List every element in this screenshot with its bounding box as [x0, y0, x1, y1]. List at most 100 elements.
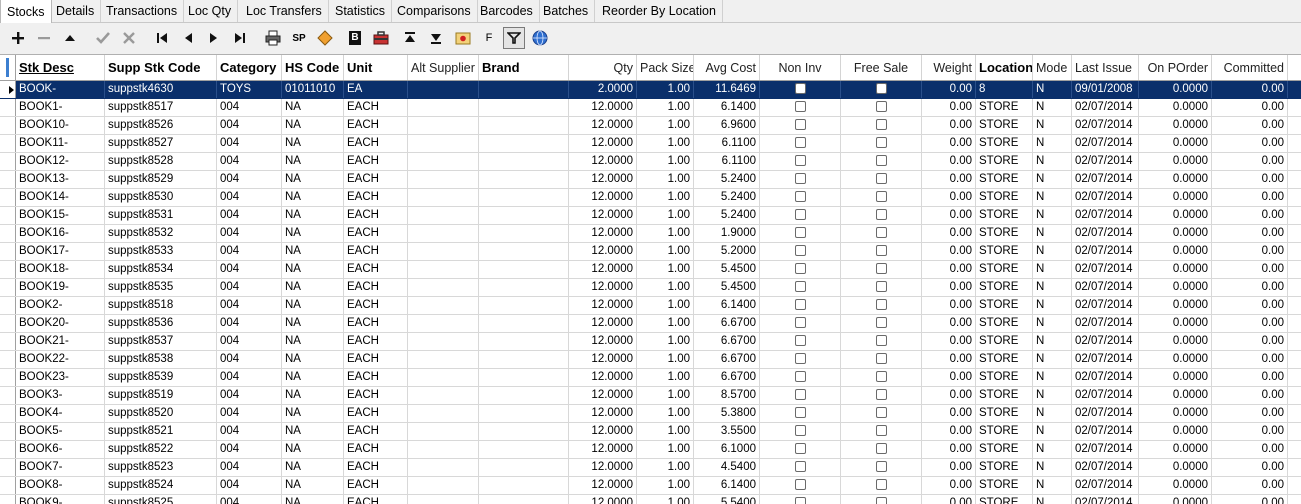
row-indicator[interactable]	[0, 405, 16, 422]
cell-cat[interactable]: 004	[217, 423, 282, 440]
cell-brand[interactable]	[479, 153, 569, 170]
cell-last[interactable]: 02/07/2014	[1072, 441, 1139, 458]
cell-unit[interactable]: EACH	[344, 333, 408, 350]
cell-hs[interactable]: NA	[282, 333, 344, 350]
cell-comm[interactable]: 0.00	[1212, 153, 1288, 170]
row-indicator[interactable]	[0, 99, 16, 116]
cell-cost[interactable]: 6.6700	[694, 315, 760, 332]
cell-cost[interactable]: 6.1400	[694, 297, 760, 314]
cell-alt[interactable]	[408, 423, 479, 440]
cell-cost[interactable]: 11.6469	[694, 81, 760, 98]
cell-loc[interactable]: STORE	[976, 333, 1033, 350]
cell-mode[interactable]: N	[1033, 351, 1072, 368]
cell-comm[interactable]: 0.00	[1212, 369, 1288, 386]
cell-qty[interactable]: 12.0000	[569, 315, 637, 332]
column-header-non-inv[interactable]: Non Inv	[760, 55, 841, 80]
cell-desc[interactable]: BOOK10-	[16, 117, 105, 134]
non-inv-checkbox[interactable]	[794, 209, 806, 220]
row-indicator[interactable]	[0, 297, 16, 314]
non-inv-checkbox[interactable]	[794, 155, 806, 166]
cell-qty[interactable]: 12.0000	[569, 495, 637, 504]
cell-hs[interactable]: NA	[282, 369, 344, 386]
non-inv-checkbox[interactable]	[794, 335, 806, 346]
table-row[interactable]: BOOK5- suppstk8521 004 NA EACH 12.0000 1.00 3.5…	[0, 423, 1301, 441]
cell-alt[interactable]	[408, 135, 479, 152]
free-sale-checkbox[interactable]	[875, 335, 887, 346]
cell-weight[interactable]: 0.00	[922, 261, 976, 278]
cell-onpo[interactable]: 0.0000	[1139, 225, 1212, 242]
free-sale-checkbox[interactable]	[875, 173, 887, 184]
cell-last[interactable]: 02/07/2014	[1072, 279, 1139, 296]
row-indicator[interactable]	[0, 333, 16, 350]
cell-weight[interactable]: 0.00	[922, 279, 976, 296]
cell-hs[interactable]: 01011010	[282, 81, 344, 98]
cell-supp[interactable]: suppstk8537	[105, 333, 217, 350]
cell-mode[interactable]: N	[1033, 81, 1072, 98]
cell-onpo[interactable]: 0.0000	[1139, 369, 1212, 386]
non-inv-checkbox[interactable]	[794, 479, 806, 490]
cell-alt[interactable]	[408, 225, 479, 242]
cell-alt[interactable]	[408, 171, 479, 188]
cell-hs[interactable]: NA	[282, 279, 344, 296]
cell-weight[interactable]: 0.00	[922, 333, 976, 350]
cell-loc[interactable]: STORE	[976, 153, 1033, 170]
cell-last[interactable]: 02/07/2014	[1072, 297, 1139, 314]
cell-qty[interactable]: 12.0000	[569, 423, 637, 440]
cell-mode[interactable]: N	[1033, 297, 1072, 314]
column-header-pack-size[interactable]: Pack Size	[637, 55, 694, 80]
cell-onpo[interactable]: 0.0000	[1139, 207, 1212, 224]
column-header-mode[interactable]: Mode	[1033, 55, 1072, 80]
cell-weight[interactable]: 0.00	[922, 423, 976, 440]
cell-unit[interactable]: EACH	[344, 261, 408, 278]
cell-alt[interactable]	[408, 315, 479, 332]
cell-supp[interactable]: suppstk8526	[105, 117, 217, 134]
cell-unit[interactable]: EACH	[344, 315, 408, 332]
cell-unit[interactable]: EACH	[344, 351, 408, 368]
cell-hs[interactable]: NA	[282, 153, 344, 170]
cell-supp[interactable]: suppstk8534	[105, 261, 217, 278]
tab-details[interactable]: Details	[50, 0, 102, 22]
cell-cost[interactable]: 5.5400	[694, 495, 760, 504]
cell-cat[interactable]: TOYS	[217, 81, 282, 98]
cell-cost[interactable]: 6.6700	[694, 351, 760, 368]
cell-onpo[interactable]: 0.0000	[1139, 477, 1212, 494]
cell-brand[interactable]	[479, 297, 569, 314]
cell-qty[interactable]: 12.0000	[569, 279, 637, 296]
cell-last[interactable]: 02/07/2014	[1072, 99, 1139, 116]
cell-hs[interactable]: NA	[282, 135, 344, 152]
cell-weight[interactable]: 0.00	[922, 171, 976, 188]
non-inv-checkbox[interactable]	[794, 263, 806, 274]
cell-desc[interactable]: BOOK19-	[16, 279, 105, 296]
cell-cat[interactable]: 004	[217, 189, 282, 206]
cell-brand[interactable]	[479, 459, 569, 476]
add-button[interactable]	[7, 27, 29, 49]
cell-alt[interactable]	[408, 243, 479, 260]
cell-cat[interactable]: 004	[217, 117, 282, 134]
table-row[interactable]: BOOK22- suppstk8538 004 NA EACH 12.0000 1.00 6.…	[0, 351, 1301, 369]
cell-loc[interactable]: STORE	[976, 189, 1033, 206]
cell-qty[interactable]: 12.0000	[569, 189, 637, 206]
cell-pack[interactable]: 1.00	[637, 117, 694, 134]
cell-loc[interactable]: STORE	[976, 243, 1033, 260]
non-inv-checkbox[interactable]	[794, 425, 806, 436]
cell-last[interactable]: 02/07/2014	[1072, 171, 1139, 188]
row-indicator[interactable]	[0, 171, 16, 188]
cell-loc[interactable]: STORE	[976, 441, 1033, 458]
cell-alt[interactable]	[408, 405, 479, 422]
cell-cost[interactable]: 1.9000	[694, 225, 760, 242]
cell-comm[interactable]: 0.00	[1212, 351, 1288, 368]
cell-cost[interactable]: 3.5500	[694, 423, 760, 440]
cell-cat[interactable]: 004	[217, 333, 282, 350]
cell-loc[interactable]: STORE	[976, 279, 1033, 296]
cell-desc[interactable]: BOOK3-	[16, 387, 105, 404]
free-sale-checkbox[interactable]	[875, 353, 887, 364]
cell-qty[interactable]: 12.0000	[569, 297, 637, 314]
cell-cost[interactable]: 8.5700	[694, 387, 760, 404]
cell-mode[interactable]: N	[1033, 135, 1072, 152]
cell-pack[interactable]: 1.00	[637, 153, 694, 170]
cell-brand[interactable]	[479, 441, 569, 458]
cell-desc[interactable]: BOOK17-	[16, 243, 105, 260]
cell-cost[interactable]: 4.5400	[694, 459, 760, 476]
cell-weight[interactable]: 0.00	[922, 189, 976, 206]
cell-onpo[interactable]: 0.0000	[1139, 315, 1212, 332]
